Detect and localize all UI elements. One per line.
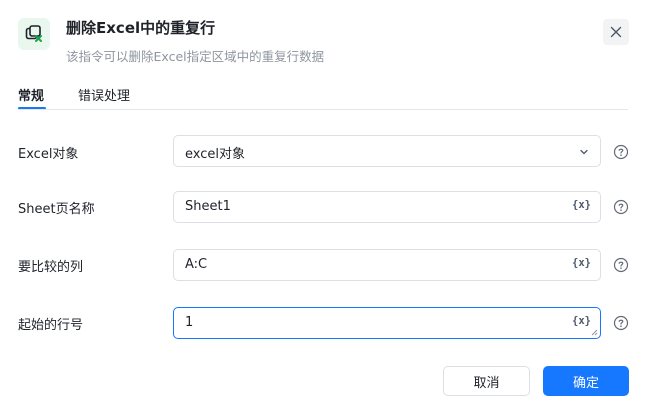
chevron-down-icon [580, 149, 588, 155]
compare-columns-input[interactable]: A:C {x} [173, 249, 601, 281]
help-icon[interactable] [613, 257, 629, 273]
variable-insert-icon[interactable]: {x} [572, 199, 591, 211]
start-row-label: 起始的行号 [18, 318, 84, 333]
start-row-value: 1 [185, 315, 194, 330]
compare-columns-value: A:C [185, 257, 208, 272]
variable-insert-icon[interactable]: {x} [572, 257, 591, 269]
tab-general[interactable]: 常规 [18, 85, 44, 104]
dialog-description: 该指令可以删除Excel指定区域中的重复行数据 [66, 49, 325, 64]
cancel-button[interactable]: 取消 [443, 366, 530, 396]
tab-divider [18, 109, 628, 110]
dialog-title: 删除Excel中的重复行 [66, 19, 216, 37]
variable-insert-icon[interactable]: {x} [572, 315, 591, 327]
delete-duplicates-icon [18, 18, 50, 50]
help-icon[interactable] [613, 144, 629, 160]
tab-error-handling[interactable]: 错误处理 [78, 85, 130, 104]
help-icon[interactable] [613, 315, 629, 331]
delete-duplicate-rows-dialog: 删除Excel中的重复行 该指令可以删除Excel指定区域中的重复行数据 常规 … [0, 0, 648, 415]
excel-object-value: excel对象 [185, 147, 245, 162]
sheet-name-label: Sheet页名称 [18, 202, 95, 217]
resize-handle-icon[interactable] [591, 329, 598, 336]
compare-columns-label: 要比较的列 [18, 260, 84, 275]
sheet-name-input[interactable]: Sheet1 {x} [173, 191, 601, 223]
tab-bar: 常规 错误处理 [0, 80, 628, 110]
start-row-input[interactable]: 1 {x} [173, 307, 601, 339]
confirm-button[interactable]: 确定 [543, 366, 629, 396]
close-button[interactable] [603, 19, 629, 45]
excel-object-select[interactable]: excel对象 [173, 135, 601, 167]
help-icon[interactable] [613, 199, 629, 215]
excel-object-label: Excel对象 [18, 147, 79, 162]
sheet-name-value: Sheet1 [185, 199, 231, 214]
close-icon [610, 26, 622, 38]
